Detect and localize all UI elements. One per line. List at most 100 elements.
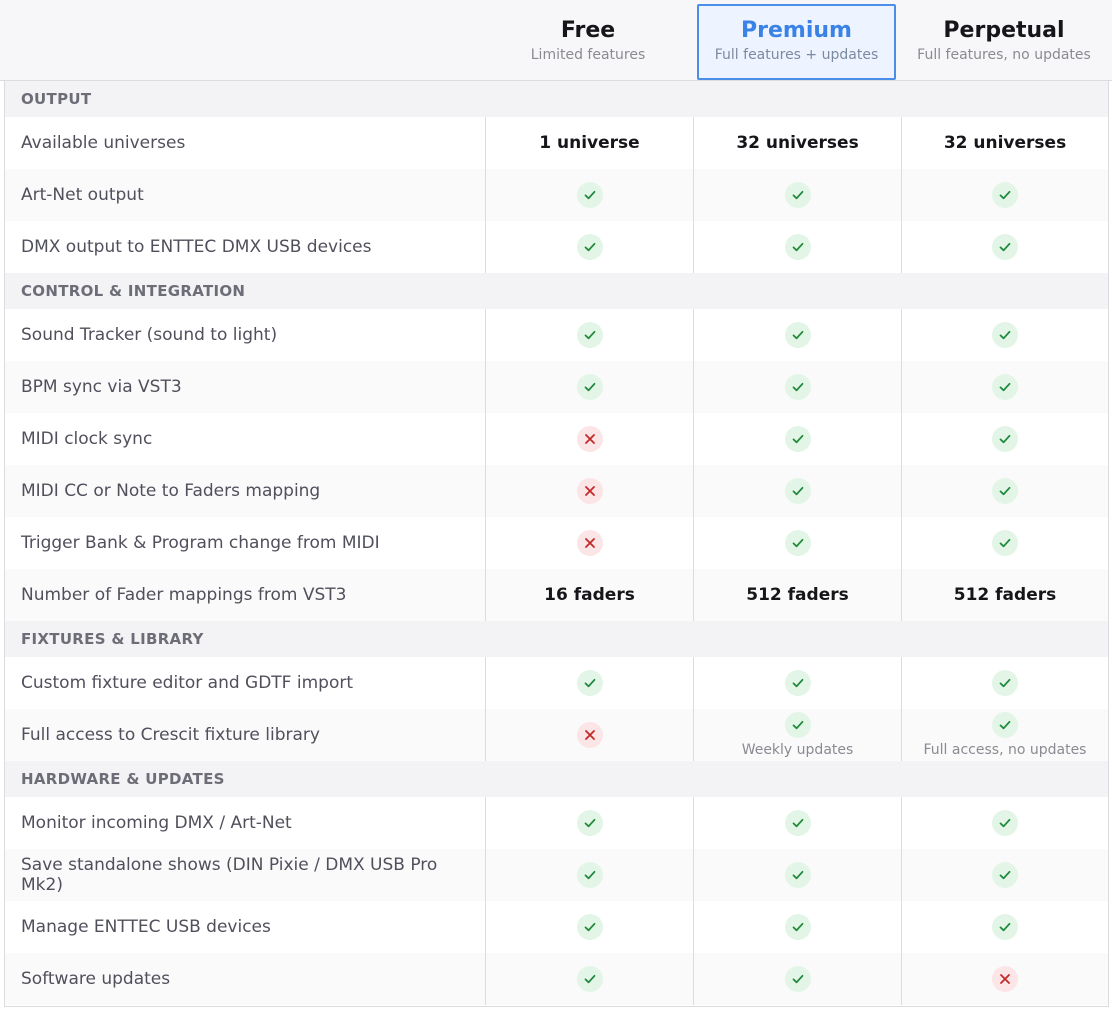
feature-value: 512 faders [746, 585, 849, 605]
feature-label: MIDI CC or Note to Faders mapping [21, 481, 321, 501]
feature-row: Sound Tracker (sound to light) [5, 309, 1108, 361]
check-icon [784, 712, 811, 738]
check-icon [576, 374, 603, 400]
plan-premium[interactable]: Premium Full features + updates [697, 4, 896, 80]
check-icon [992, 426, 1018, 452]
cross-icon [576, 722, 603, 748]
check-icon [576, 914, 603, 940]
feature-cell-free: 1 universe [485, 117, 693, 169]
cross-icon [576, 426, 603, 452]
feature-cell-premium [693, 465, 901, 517]
feature-row: DMX output to ENTTEC DMX USB devices [5, 221, 1108, 273]
feature-cell-perpetual [901, 901, 1108, 953]
feature-label: Manage ENTTEC USB devices [21, 917, 271, 937]
comparison-table: OUTPUT Available universes 1 universe 32 un… [4, 81, 1109, 1007]
feature-cell-premium [693, 901, 901, 953]
feature-value: 1 universe [539, 133, 640, 153]
section-title: CONTROL & INTEGRATION [21, 282, 246, 300]
check-icon [576, 234, 603, 260]
check-icon [992, 478, 1018, 504]
check-icon [784, 670, 811, 696]
check-icon [576, 862, 603, 888]
feature-note: Weekly updates [741, 742, 854, 758]
feature-cell-premium: Weekly updates [693, 709, 901, 761]
feature-row: Manage ENTTEC USB devices [5, 901, 1108, 953]
feature-cell-premium [693, 169, 901, 221]
feature-cell-premium: 512 faders [693, 569, 901, 621]
check-icon [576, 182, 603, 208]
check-icon [992, 670, 1018, 696]
check-icon [784, 426, 811, 452]
feature-row: Monitor incoming DMX / Art-Net [5, 797, 1108, 849]
feature-cell-perpetual [901, 797, 1108, 849]
feature-cell-free [485, 309, 693, 361]
feature-cell-perpetual: 32 universes [901, 117, 1108, 169]
check-icon [784, 182, 811, 208]
feature-cell-free [485, 901, 693, 953]
check-icon [576, 670, 603, 696]
feature-cell-free: 16 faders [485, 569, 693, 621]
cross-icon [576, 530, 603, 556]
feature-label: Save standalone shows (DIN Pixie / DMX U… [21, 855, 438, 895]
check-icon [992, 862, 1018, 888]
feature-cell-free [485, 221, 693, 273]
check-icon [576, 322, 603, 348]
check-icon [784, 234, 811, 260]
feature-cell-perpetual [901, 657, 1108, 709]
feature-cell-premium: 32 universes [693, 117, 901, 169]
feature-cell-free [485, 797, 693, 849]
check-icon [784, 374, 811, 400]
feature-label: Art-Net output [21, 185, 144, 205]
feature-label: Sound Tracker (sound to light) [21, 325, 278, 345]
feature-value: 512 faders [953, 585, 1057, 605]
check-icon [784, 530, 811, 556]
plan-name: Perpetual [943, 18, 1065, 43]
feature-row: BPM sync via VST3 [5, 361, 1108, 413]
feature-row: Art-Net output [5, 169, 1108, 221]
feature-cell-perpetual [901, 309, 1108, 361]
check-icon [784, 966, 811, 992]
feature-cell-free [485, 657, 693, 709]
feature-label: BPM sync via VST3 [21, 377, 182, 397]
feature-note: Full access, no updates [923, 742, 1087, 758]
section-title: OUTPUT [21, 90, 92, 108]
feature-cell-free [485, 465, 693, 517]
check-icon [992, 374, 1018, 400]
check-icon [784, 914, 811, 940]
check-icon [992, 810, 1018, 836]
feature-cell-premium [693, 953, 901, 1005]
feature-label: Number of Fader mappings from VST3 [21, 585, 347, 605]
plan-free[interactable]: Free Limited features [484, 4, 692, 80]
feature-row: Software updates [5, 953, 1108, 1005]
feature-cell-perpetual [901, 169, 1108, 221]
feature-label: Monitor incoming DMX / Art-Net [21, 813, 292, 833]
feature-cell-free [485, 953, 693, 1005]
feature-row: Available universes 1 universe 32 universe… [5, 117, 1108, 169]
feature-cell-perpetual [901, 849, 1108, 901]
feature-label: Full access to Crescit fixture library [21, 725, 320, 745]
feature-cell-premium [693, 361, 901, 413]
plan-name: Free [560, 18, 616, 43]
feature-value: 32 universes [736, 133, 859, 153]
cross-icon [576, 478, 603, 504]
feature-label: Custom fixture editor and GDTF import [21, 673, 353, 693]
section-title: FIXTURES & LIBRARY [21, 630, 204, 648]
feature-cell-perpetual [901, 517, 1108, 569]
feature-row: Custom fixture editor and GDTF import [5, 657, 1108, 709]
check-icon [784, 322, 811, 348]
feature-cell-free [485, 361, 693, 413]
check-icon [992, 234, 1018, 260]
plans-header: Free Limited features Premium Full featu… [0, 0, 1112, 81]
feature-label: MIDI clock sync [21, 429, 153, 449]
plan-name: Premium [741, 18, 852, 43]
plan-description: Full features + updates [714, 47, 879, 63]
feature-cell-premium [693, 517, 901, 569]
feature-cell-premium [693, 221, 901, 273]
feature-cell-free [485, 709, 693, 761]
section-header: CONTROL & INTEGRATION [5, 273, 1108, 309]
check-icon [784, 862, 811, 888]
feature-cell-free [485, 849, 693, 901]
feature-label: Available universes [21, 133, 186, 153]
feature-row: Full access to Crescit fixture library We… [5, 709, 1108, 761]
plan-perpetual[interactable]: Perpetual Full features, no updates [900, 4, 1108, 80]
